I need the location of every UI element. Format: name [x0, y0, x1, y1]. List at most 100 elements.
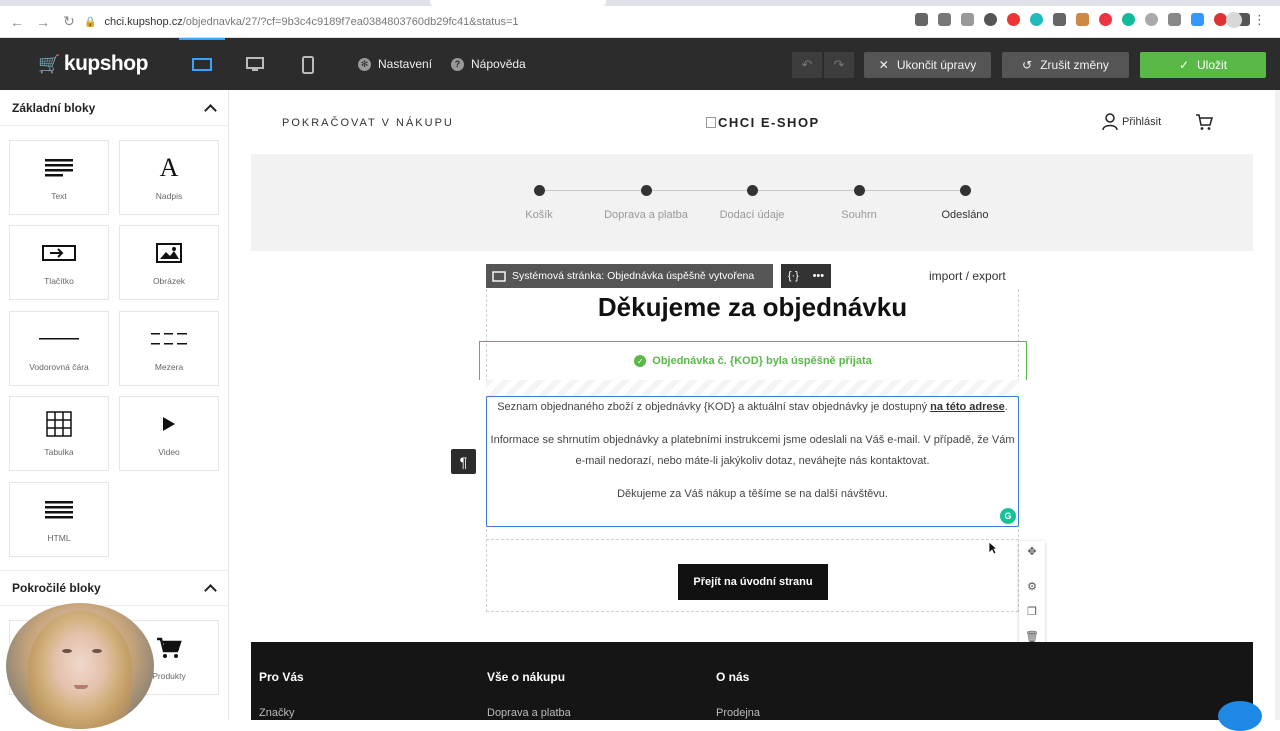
step-label: Souhrn	[841, 209, 877, 221]
reload-icon[interactable]: ↻	[56, 9, 82, 35]
play-icon	[162, 411, 176, 437]
system-page-label[interactable]: Systémová stránka: Objednávka úspěšně vy…	[486, 264, 773, 288]
extension-palette-icon[interactable]	[1076, 13, 1089, 26]
extension-download-icon[interactable]	[1191, 13, 1204, 26]
text-lines-icon	[45, 155, 73, 181]
step-dot	[854, 185, 865, 196]
table-icon	[46, 410, 72, 437]
desktop-wide-icon[interactable]	[179, 38, 225, 78]
gear-icon[interactable]: ⚙	[1027, 580, 1037, 593]
extension-pinterest-icon[interactable]	[1099, 13, 1112, 26]
block-label: Mezera	[154, 361, 184, 372]
webcam-mouth	[74, 685, 88, 689]
step-dot	[960, 185, 971, 196]
text-editor[interactable]: Seznam objednaného zboží z objednávky {K…	[486, 396, 1019, 527]
footer-col-title: Pro Vás	[259, 670, 304, 684]
end-edit-button[interactable]: ✕ Ukončit úpravy	[864, 52, 991, 78]
extension-q-icon[interactable]	[1053, 13, 1066, 26]
extension-grammarly-icon[interactable]	[1122, 13, 1135, 26]
login-label: Přihlásit	[1122, 115, 1162, 128]
star-icon[interactable]	[961, 13, 974, 26]
footer-link[interactable]: Doprava a platba	[487, 707, 571, 719]
shop-cart-icon[interactable]	[1195, 113, 1213, 136]
code-icon[interactable]: {·}	[788, 270, 799, 282]
settings-link[interactable]: ✻ Nastavení	[358, 57, 432, 71]
block-image[interactable]: Obrázek	[119, 225, 219, 300]
continue-shopping-link[interactable]: POKRAČOVAT V NÁKUPU	[282, 117, 454, 129]
checkout-steps	[251, 154, 1253, 251]
canvas-scrollbar[interactable]	[1275, 90, 1280, 720]
chevron-up-icon[interactable]	[205, 583, 215, 593]
block-label: Text	[51, 190, 67, 201]
advanced-blocks-header[interactable]: Pokročilé bloky	[0, 570, 229, 606]
copy-icon[interactable]: ❐	[1027, 605, 1037, 618]
block-label: Vodorovná čára	[29, 361, 89, 372]
more-icon[interactable]: •••	[813, 270, 825, 282]
kupshop-logo[interactable]: 🛒 kupshop	[38, 52, 148, 76]
block-table[interactable]: Tabulka	[9, 396, 109, 471]
system-page-text: Systémová stránka: Objednávka úspěšně vy…	[512, 270, 755, 282]
email-info-paragraph: Informace se shrnutím objednávky a plate…	[490, 434, 1015, 467]
step-label: Dodací údaje	[719, 209, 785, 221]
login-link[interactable]: Přihlásit	[1102, 113, 1161, 130]
profile-avatar[interactable]	[1226, 12, 1242, 28]
extension-camera-icon[interactable]	[1168, 13, 1181, 26]
chat-widget-icon[interactable]	[1218, 701, 1262, 731]
save-button[interactable]: ✓ Uložit	[1140, 52, 1266, 78]
revert-icon: ↺	[1022, 58, 1033, 72]
block-button[interactable]: Tlačítko	[9, 225, 109, 300]
basic-blocks-header[interactable]: Základní bloky	[0, 90, 229, 126]
chevron-up-icon[interactable]	[205, 103, 215, 113]
move-icon[interactable]: ✥	[1027, 545, 1036, 558]
step-dot	[534, 185, 545, 196]
success-message[interactable]: ✓ Objednávka č. {KOD} byla úspěšně přija…	[479, 341, 1027, 380]
discard-button[interactable]: ↺ Zrušit změny	[1002, 52, 1129, 78]
horizontal-line-icon	[39, 326, 79, 352]
redo-button[interactable]: ↷	[824, 52, 854, 78]
shop-logo[interactable]: CHCI E-SHOP	[706, 115, 820, 130]
block-label: Tabulka	[44, 446, 74, 457]
mobile-icon[interactable]	[295, 52, 321, 78]
block-label: Video	[158, 446, 180, 457]
back-icon[interactable]: ←	[4, 9, 30, 35]
monitor-icon[interactable]	[242, 52, 268, 78]
extension-m-icon[interactable]	[1030, 13, 1043, 26]
forward-icon[interactable]: →	[30, 9, 56, 35]
order-info-paragraph: Seznam objednaného zboží z objednávky {K…	[487, 397, 1018, 418]
grammarly-icon[interactable]: G	[1000, 508, 1016, 524]
camera-icon[interactable]	[915, 13, 928, 26]
discard-label: Zrušit změny	[1040, 58, 1109, 72]
block-spacer[interactable]: Mezera	[119, 311, 219, 386]
block-label: Produkty	[152, 670, 186, 681]
footer-link[interactable]: Prodejna	[716, 707, 760, 719]
block-horizontal-line[interactable]: Vodorovná čára	[9, 311, 109, 386]
extension-gray-icon[interactable]	[1145, 13, 1158, 26]
undo-button[interactable]: ↶	[792, 52, 822, 78]
help-link[interactable]: ? Nápověda	[451, 57, 526, 71]
browser-menu-icon[interactable]: ⋮	[1253, 12, 1266, 28]
block-tools: {·} •••	[781, 264, 831, 288]
import-export-link[interactable]: import / export	[929, 269, 1006, 283]
block-label: Tlačítko	[44, 275, 74, 286]
url-host: chci.kupshop.cz	[104, 16, 183, 28]
webcam-eye	[92, 649, 102, 653]
address-bar[interactable]: 🔒 chci.kupshop.cz/objednavka/27/?cf=9b3c…	[84, 9, 844, 35]
extension-info-icon[interactable]	[984, 13, 997, 26]
block-video[interactable]: Video	[119, 396, 219, 471]
page-title[interactable]: Děkujeme za objednávku	[486, 292, 1019, 323]
home-button[interactable]: Přejít na úvodní stranu	[678, 564, 828, 600]
check-icon: ✓	[1178, 58, 1190, 72]
footer-link[interactable]: Značky	[259, 707, 294, 719]
webcam-overlay	[6, 603, 154, 729]
key-icon[interactable]	[938, 13, 951, 26]
paragraph-icon[interactable]: ¶	[451, 449, 476, 474]
order-info-end: .	[1004, 401, 1008, 413]
block-text[interactable]: Text	[9, 140, 109, 215]
order-link[interactable]: na této adrese	[930, 401, 1005, 413]
block-heading[interactable]: A Nadpis	[119, 140, 219, 215]
extension-opera-icon[interactable]	[1007, 13, 1020, 26]
check-circle-icon: ✓	[634, 355, 647, 367]
step-dot	[747, 185, 758, 196]
block-html[interactable]: HTML	[9, 482, 109, 557]
thanks-paragraph: Děkujeme za Váš nákup a těšíme se na dal…	[617, 488, 888, 500]
